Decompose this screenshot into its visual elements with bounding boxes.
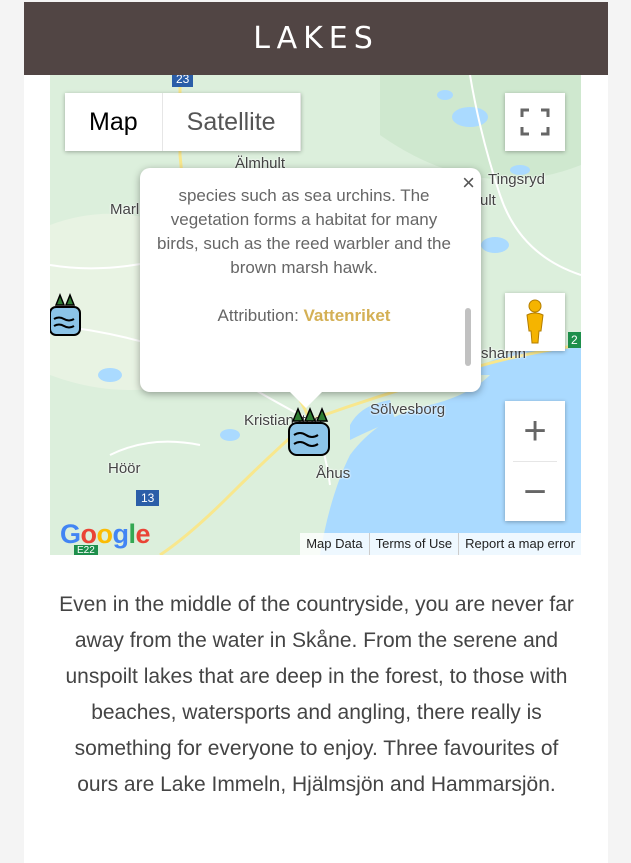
map-type-control: Map Satellite	[65, 93, 301, 151]
terms-link[interactable]: Terms of Use	[368, 533, 459, 555]
map-footer: Map Data Terms of Use Report a map error	[300, 533, 581, 555]
info-window-tail	[290, 392, 322, 408]
info-window-text: species such as sea urchins. The vegetat…	[157, 186, 451, 277]
map[interactable]: Älmhult Tingsryd ult Marl shamn Kristian…	[50, 75, 581, 555]
lakes-card: LAKES Älmhult Tingsryd ult Marl shamn Kr…	[24, 2, 608, 863]
road-badge: 23	[172, 75, 194, 87]
lake-marker-icon[interactable]	[287, 405, 333, 464]
attribution-link[interactable]: Vattenriket	[304, 306, 391, 325]
zoom-in-icon: +	[523, 408, 547, 453]
close-icon[interactable]: ×	[462, 170, 475, 196]
zoom-out-button[interactable]: −	[505, 462, 565, 522]
street-view-button[interactable]	[505, 293, 565, 351]
place-label: Åhus	[316, 465, 351, 482]
place-label: Sölvesborg	[370, 401, 446, 418]
map-data-link[interactable]: Map Data	[300, 533, 368, 555]
lake-marker-icon[interactable]	[50, 291, 84, 344]
zoom-out-icon: −	[523, 469, 547, 514]
info-window: × species such as sea urchins. The veget…	[140, 168, 481, 408]
google-logo: Google	[60, 519, 151, 549]
section-header: LAKES	[24, 2, 608, 75]
place-label: Tingsryd	[488, 171, 545, 188]
map-type-satellite-button[interactable]: Satellite	[163, 93, 301, 151]
road-badge: 13	[136, 490, 160, 506]
info-window-content: species such as sea urchins. The vegetat…	[154, 184, 454, 328]
info-window-scrollbar[interactable]	[465, 308, 471, 366]
attribution: Attribution: Vattenriket	[154, 304, 454, 328]
place-label: Höör	[108, 460, 141, 477]
zoom-control: + −	[505, 401, 565, 521]
road-badge: 2	[568, 332, 581, 348]
pegman-icon	[526, 299, 544, 344]
description-text: Even in the middle of the countryside, y…	[59, 593, 574, 796]
fullscreen-icon	[520, 108, 550, 136]
fullscreen-button[interactable]	[505, 93, 565, 151]
attribution-label: Attribution:	[217, 306, 299, 325]
map-type-map-button[interactable]: Map	[65, 93, 163, 151]
report-error-link[interactable]: Report a map error	[458, 533, 581, 555]
zoom-in-button[interactable]: +	[505, 401, 565, 461]
place-label: Marl	[110, 201, 140, 218]
section-title: LAKES	[253, 21, 379, 56]
place-label: ult	[480, 192, 496, 209]
